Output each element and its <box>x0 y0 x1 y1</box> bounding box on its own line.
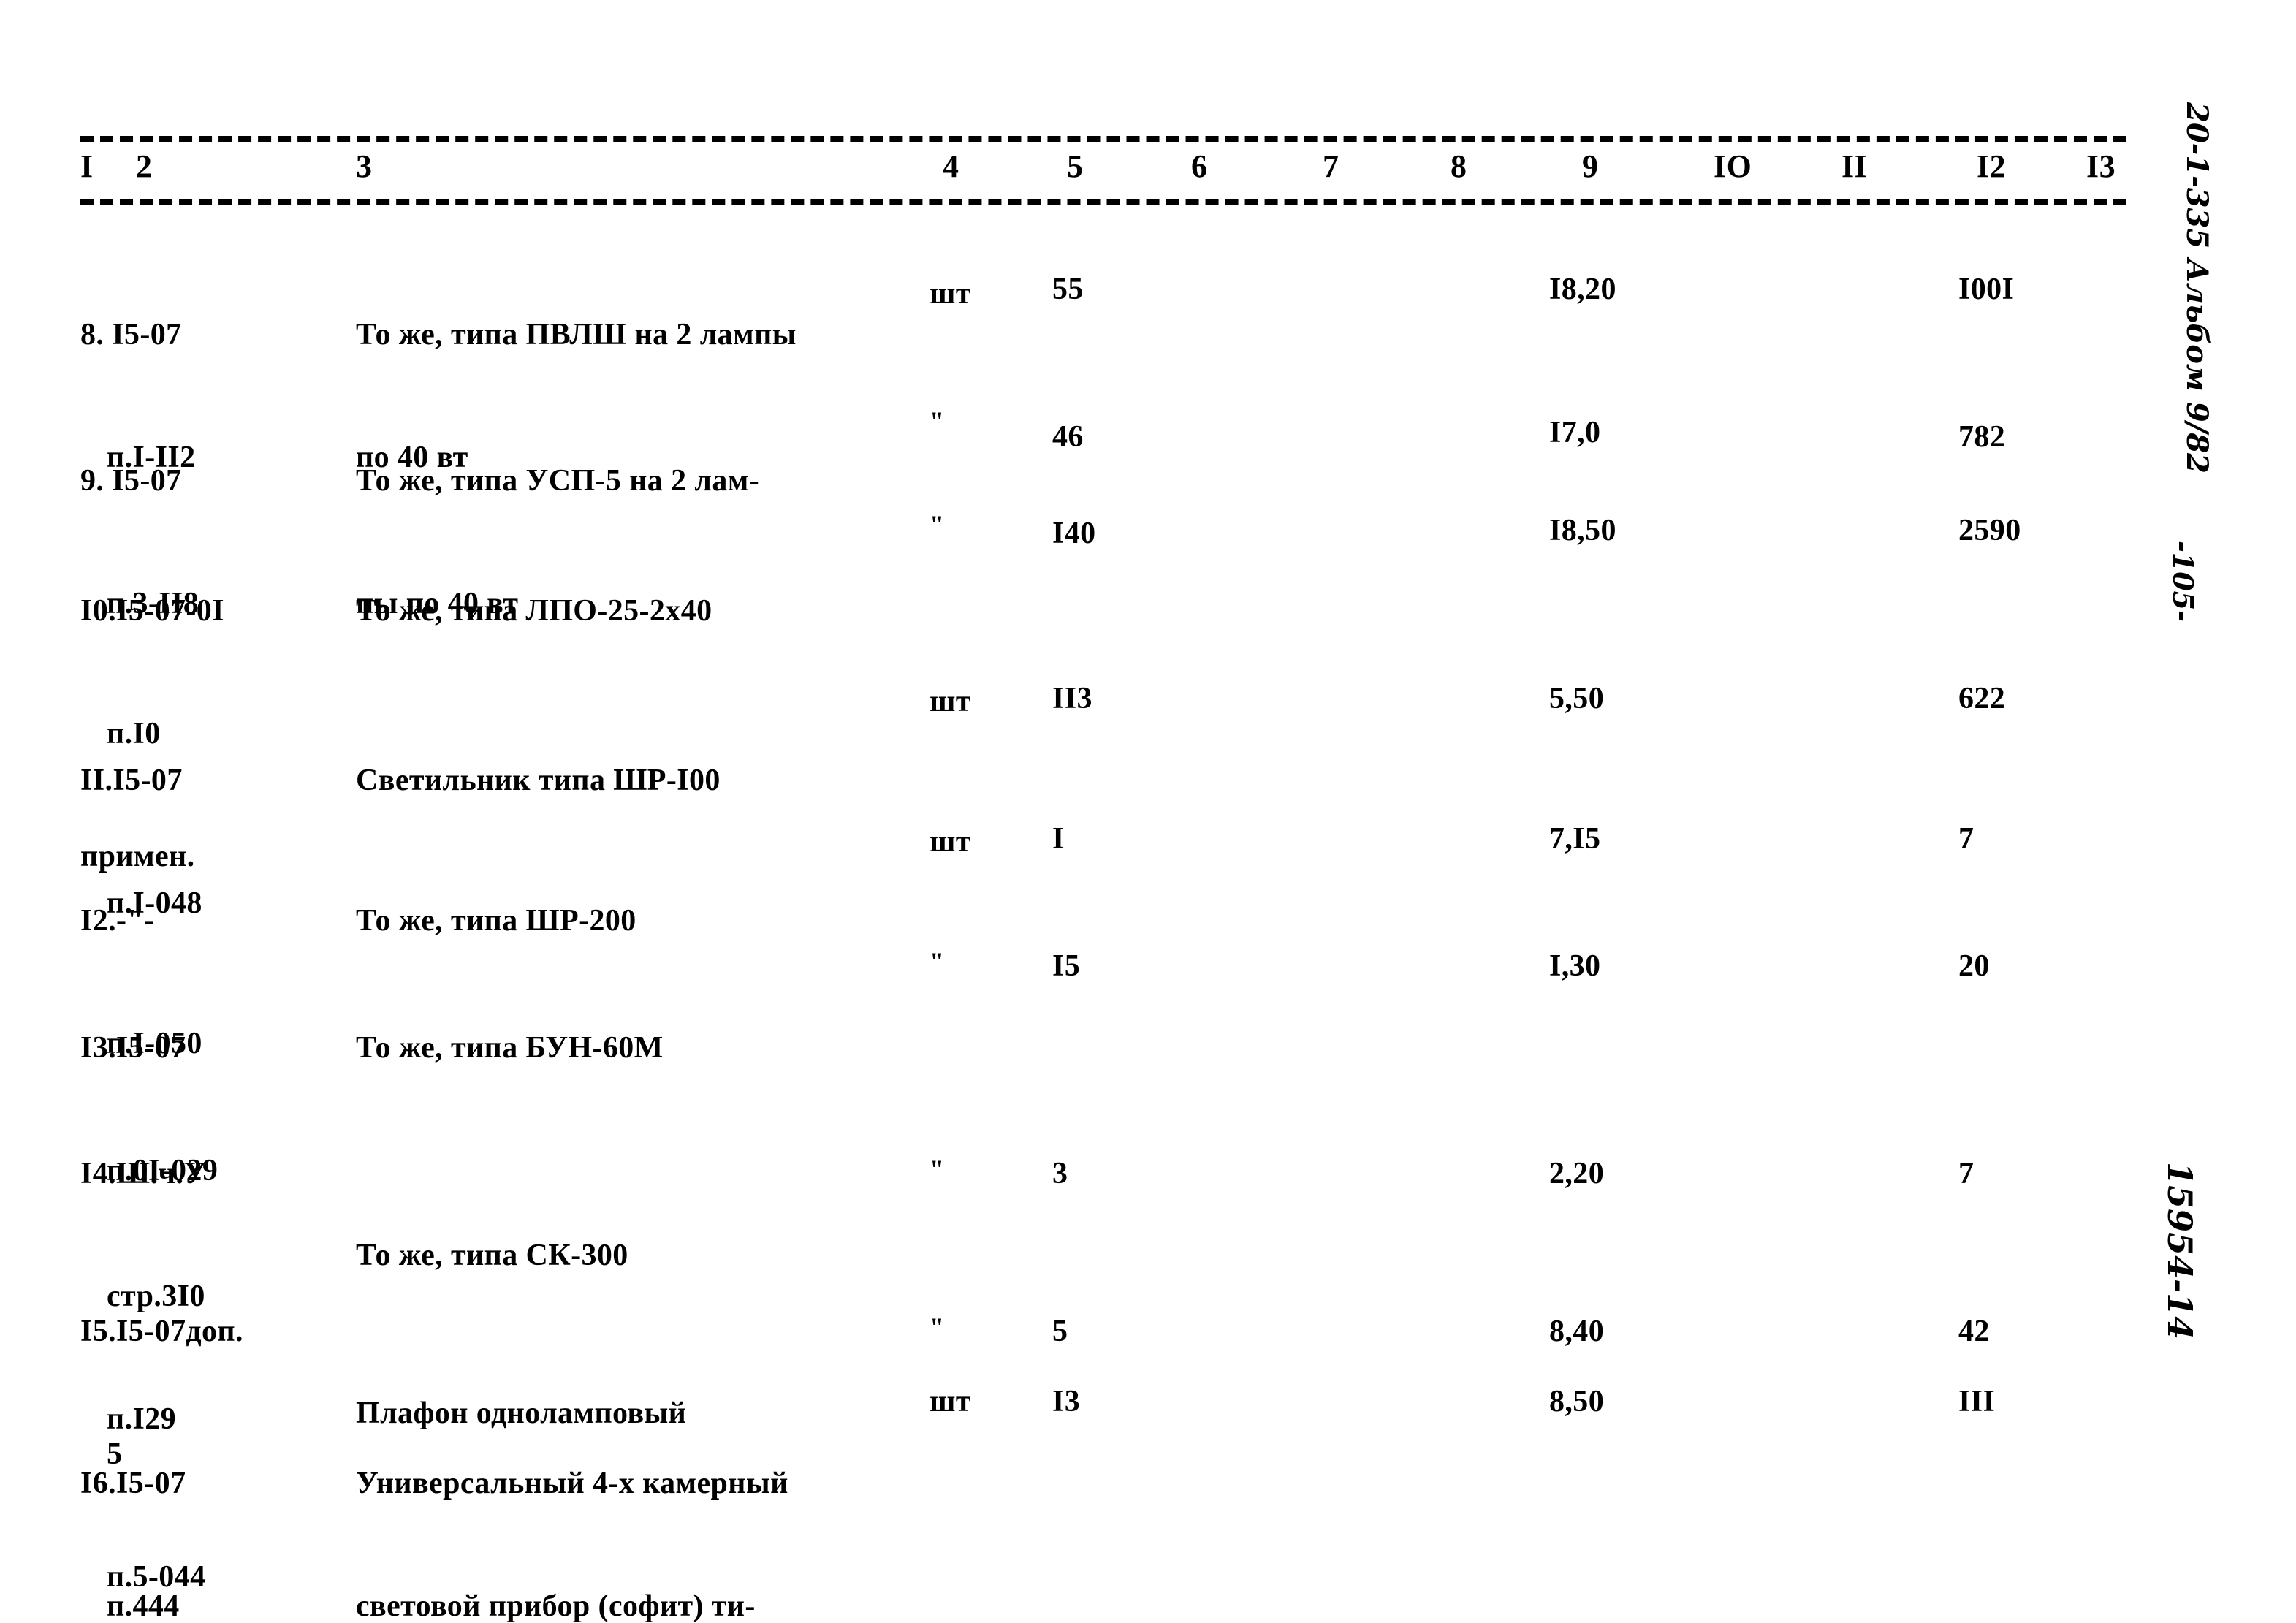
row-total: 7 <box>1958 1157 1974 1190</box>
row-code: I6.I5-07 п.444 <box>80 1467 186 1623</box>
row-unit-price: I7,0 <box>1549 416 1601 449</box>
row-quantity: II3 <box>1052 682 1092 715</box>
row-unit: шт <box>930 825 971 859</box>
row-quantity: 3 <box>1052 1157 1068 1190</box>
column-header-13: I3 <box>2086 148 2116 184</box>
row-description: То же, типа БУН-60М <box>356 1031 664 1065</box>
row-total: 622 <box>1958 682 2006 715</box>
column-header-5: 5 <box>1067 148 1084 184</box>
row-unit: " <box>930 1155 945 1184</box>
row-unit-price: 2,20 <box>1549 1157 1605 1190</box>
column-header-12: I2 <box>1977 148 2007 184</box>
row-quantity: 55 <box>1052 273 1084 306</box>
row-unit: шт <box>930 1385 971 1418</box>
column-header-8: 8 <box>1451 148 1467 184</box>
row-unit-price: 5,50 <box>1549 682 1605 715</box>
row-unit: шт <box>930 277 971 311</box>
margin-note-page-number: -105- <box>2167 541 2200 622</box>
row-quantity: 46 <box>1052 420 1084 454</box>
row-total: 42 <box>1958 1315 1990 1348</box>
row-total: 2590 <box>1958 514 2021 547</box>
row-unit: " <box>930 1312 945 1342</box>
row-unit-price: I8,50 <box>1549 514 1616 547</box>
column-header-2: 2 <box>136 148 153 184</box>
column-header-10: IO <box>1714 148 1752 184</box>
row-total: 7 <box>1958 822 1974 856</box>
row-quantity: 5 <box>1052 1315 1068 1348</box>
document-page: I 2 3 4 5 6 7 8 9 IO II I2 I3 8. I5-07 п… <box>0 0 2296 1623</box>
column-header-1: I <box>80 148 94 184</box>
column-header-11: II <box>1841 148 1868 184</box>
row-total: 782 <box>1958 420 2006 454</box>
header-rule-top <box>80 136 2126 142</box>
row-quantity: I5 <box>1052 949 1081 983</box>
margin-note-archive-number: 15954-14 <box>2160 1162 2200 1340</box>
row-unit-price: 8,50 <box>1549 1385 1605 1418</box>
column-header-4: 4 <box>943 148 959 184</box>
row-unit: " <box>930 406 945 436</box>
row-unit: шт <box>930 685 971 718</box>
row-unit-price: I,30 <box>1549 949 1601 983</box>
row-total: 20 <box>1958 949 1990 983</box>
row-unit: " <box>930 947 945 976</box>
row-quantity: I3 <box>1052 1385 1081 1418</box>
row-quantity: I <box>1052 822 1065 856</box>
header-rule-bottom <box>80 199 2126 205</box>
row-total: I00I <box>1958 273 2015 306</box>
column-header-9: 9 <box>1582 148 1599 184</box>
row-description: Универсальный 4-х камерный световой приб… <box>356 1467 788 1623</box>
column-header-3: 3 <box>356 148 373 184</box>
row-total: III <box>1958 1385 1996 1418</box>
row-unit-price: 8,40 <box>1549 1315 1605 1348</box>
column-header-7: 7 <box>1323 148 1339 184</box>
column-header-6: 6 <box>1191 148 1208 184</box>
margin-note-album: 20-1-335 Альбом 9/82 <box>2180 102 2214 474</box>
row-unit-price: I8,20 <box>1549 273 1616 306</box>
row-unit: " <box>930 510 945 539</box>
row-unit-price: 7,I5 <box>1549 822 1601 856</box>
row-quantity: I40 <box>1052 517 1096 550</box>
